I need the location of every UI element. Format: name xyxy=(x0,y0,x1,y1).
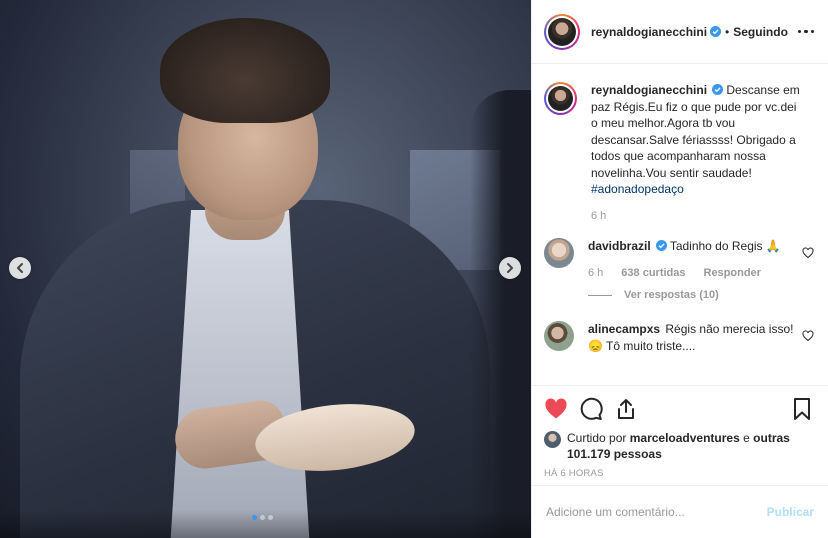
avatar[interactable] xyxy=(544,13,580,50)
comments-list[interactable]: reynaldogianecchini Descanse em paz Régi… xyxy=(532,64,828,385)
add-comment-bar: Publicar xyxy=(532,485,828,538)
verified-icon xyxy=(710,26,722,37)
action-bar xyxy=(544,394,814,424)
carousel-next-button[interactable] xyxy=(499,257,521,279)
caption-time: 6 h xyxy=(591,209,607,222)
comment-username[interactable]: davidbrazil xyxy=(588,239,651,253)
comment-body: alinecampxs Régis não merecia isso!😞 Tô … xyxy=(588,321,803,354)
more-options-button[interactable] xyxy=(797,29,814,34)
carousel-dot xyxy=(260,515,265,520)
caption-text: Descanse em paz Régis.Eu fiz o que pude … xyxy=(591,83,800,180)
header-username[interactable]: reynaldogianecchini xyxy=(591,25,707,39)
comment-input[interactable] xyxy=(546,505,767,519)
carousel-dot xyxy=(252,515,257,520)
liked-by-mid: e xyxy=(743,431,750,445)
avatar-image xyxy=(548,86,573,111)
avatar-image xyxy=(548,17,576,46)
share-icon[interactable] xyxy=(614,397,638,421)
comment-item: alinecampxs Régis não merecia isso!😞 Tô … xyxy=(544,321,814,354)
photo-hair xyxy=(160,18,330,123)
comment-like-heart-icon[interactable] xyxy=(802,330,814,342)
comment-text: Tadinho do Regis 🙏 xyxy=(669,239,781,253)
comment-username[interactable]: alinecampxs xyxy=(588,322,660,336)
carousel-dot xyxy=(268,515,273,520)
avatar[interactable] xyxy=(544,82,577,115)
header-user: reynaldogianecchini • Seguindo xyxy=(591,25,788,39)
comment-body: davidbrazil Tadinho do Regis 🙏 6 h 638 c… xyxy=(588,238,803,281)
post-header: reynaldogianecchini • Seguindo xyxy=(532,0,828,64)
following-button[interactable]: Seguindo xyxy=(733,25,788,39)
avatar[interactable] xyxy=(544,321,574,351)
post-photo[interactable] xyxy=(0,0,531,538)
avatar[interactable] xyxy=(544,238,574,268)
caption-meta: 6 h xyxy=(591,208,806,225)
bookmark-icon[interactable] xyxy=(790,397,814,421)
verified-icon xyxy=(655,240,667,251)
caption-username[interactable]: reynaldogianecchini xyxy=(591,83,707,97)
view-replies-label: Ver respostas (10) xyxy=(624,289,719,301)
post-side-panel: reynaldogianecchini • Seguindo reynaldog… xyxy=(531,0,828,538)
liked-by-user[interactable]: marceloadventures xyxy=(630,431,740,445)
replies-line xyxy=(588,294,612,296)
carousel-indicator xyxy=(252,515,273,520)
comment-like-heart-icon[interactable] xyxy=(802,247,814,259)
carousel-prev-button[interactable] xyxy=(9,257,31,279)
photo-shirt xyxy=(170,210,310,538)
liked-by-prefix: Curtido por xyxy=(567,431,627,445)
liked-by-text: Curtido por marceloadventures e outras 1… xyxy=(567,430,814,462)
verified-icon xyxy=(712,84,724,95)
comment-item: davidbrazil Tadinho do Regis 🙏 6 h 638 c… xyxy=(544,238,814,281)
chevron-right-icon xyxy=(507,263,513,273)
caption: reynaldogianecchini Descanse em paz Régi… xyxy=(544,82,814,224)
comment-icon[interactable] xyxy=(579,397,603,421)
reply-button[interactable]: Responder xyxy=(704,265,761,282)
publish-button[interactable]: Publicar xyxy=(767,505,814,519)
heart-icon[interactable] xyxy=(544,397,568,421)
liked-by: Curtido por marceloadventures e outras 1… xyxy=(544,430,814,462)
view-replies-button[interactable]: Ver respostas (10) xyxy=(588,289,814,301)
photo-dark-figure xyxy=(470,90,531,538)
comment-time: 6 h xyxy=(588,266,604,279)
hashtag-link[interactable]: #adonadopedaço xyxy=(591,182,684,196)
more-icon xyxy=(797,29,801,34)
comment-likes[interactable]: 638 curtidas xyxy=(621,265,685,282)
post-timestamp[interactable]: HÁ 6 HORAS xyxy=(544,468,814,479)
chevron-left-icon xyxy=(17,263,23,273)
caption-body: reynaldogianecchini Descanse em paz Régi… xyxy=(591,82,806,224)
separator-dot: • xyxy=(725,24,730,39)
comment-meta: 6 h 638 curtidas Responder xyxy=(588,265,803,282)
avatar[interactable] xyxy=(544,431,561,448)
post-actions: Curtido por marceloadventures e outras 1… xyxy=(532,385,828,479)
